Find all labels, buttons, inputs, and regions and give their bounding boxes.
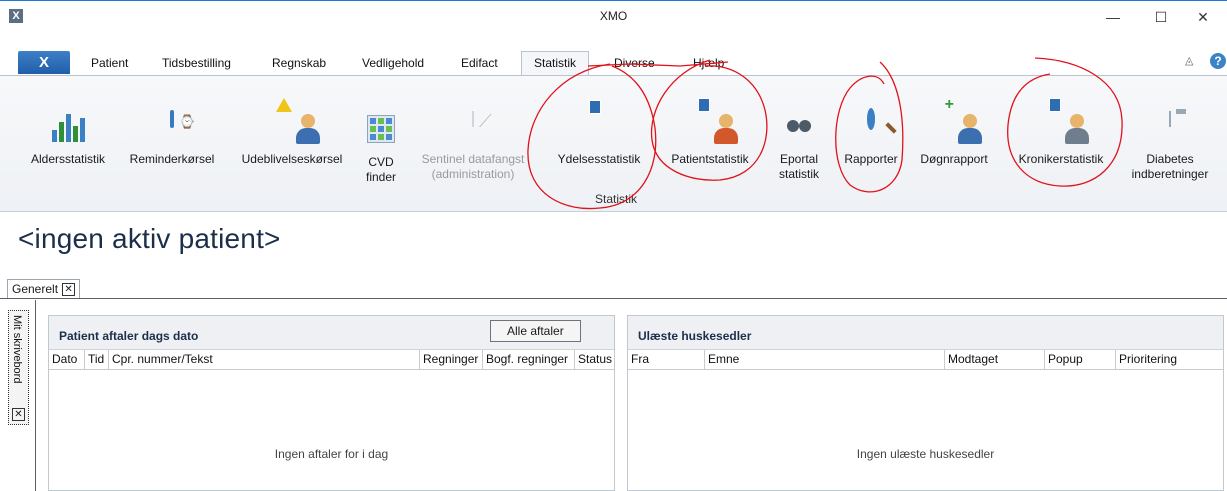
eportal-statistik-button[interactable]: Eportal statistik [770,112,828,182]
udeblivelseskorsel-button[interactable]: Udeblivelseskørsel [232,98,352,167]
all-appointments-button[interactable]: Alle aftaler [490,320,581,342]
grid-icon [364,115,398,149]
notes-title: Ulæste huskesedler [638,329,752,343]
page-title: <ingen aktiv patient> [18,223,281,254]
tab-generelt-label: Generelt [12,282,59,296]
dognrapport-label: Døgnrapport [920,152,988,166]
column-status[interactable]: Status [575,350,615,370]
ydelsesstatistik-button[interactable]: Ydelsesstatistik [548,100,650,167]
tab-regnskab[interactable]: Regnskab [272,55,326,75]
person-calculator-icon [1044,98,1089,146]
help-icon[interactable]: ? [1210,53,1226,69]
rapporter-label: Rapporter [844,152,898,166]
tab-tidsbestilling[interactable]: Tidsbestilling [162,55,231,75]
side-panel-mit-skrivebord[interactable]: Mit skrivebord ✕ [8,310,29,425]
column-dato[interactable]: Dato [49,350,85,370]
appointments-title: Patient aftaler dags dato [59,329,199,343]
tab-diverse[interactable]: Diverse [614,55,655,75]
person-warning-icon [275,98,320,146]
appointments-empty-message: Ingen aftaler for i dag [274,447,389,461]
maximize-button[interactable]: ☐ [1138,3,1184,31]
person-add-icon: + [937,97,982,146]
side-panel-close-icon[interactable]: ✕ [12,408,25,421]
column-modtaget[interactable]: Modtaget [945,350,1045,370]
sentinel-datafangst-label: Sentinel datafangst (administration) [421,152,525,181]
kronikerstatistik-button[interactable]: Kronikerstatistik [1004,98,1118,167]
close-tab-icon[interactable]: ✕ [62,283,76,297]
cvd-finder-label: CVD finder [365,155,397,184]
tab-statistik[interactable]: Statistik [521,51,590,76]
title-bar: X XMO — ☐ ✕ [0,0,1227,32]
window-title: XMO [599,9,628,23]
udeblivelseskorsel-label: Udeblivelseskørsel [241,152,343,166]
appointments-header: Patient aftaler dags dato Alle aftaler [49,316,614,350]
diabetes-indberetninger-button[interactable]: Diabetes indberetninger [1120,111,1220,182]
aldersstatistik-label: Aldersstatistik [30,152,106,166]
column-popup[interactable]: Popup [1045,350,1116,370]
ydelsesstatistik-label: Ydelsesstatistik [557,152,641,166]
column-prioritering[interactable]: Prioritering [1116,350,1223,370]
close-window-button[interactable]: ✕ [1180,3,1226,31]
magnifier-icon [854,108,888,146]
minimize-button[interactable]: — [1090,3,1136,31]
sheet-calculator-icon [582,100,616,146]
sentinel-datafangst-button: Sentinel datafangst (administration) [412,111,534,182]
notes-column-headers: Fra Emne Modtaget Popup Prioritering [628,350,1223,370]
column-regninger[interactable]: Regninger [420,350,483,370]
dognrapport-button[interactable]: + Døgnrapport [914,97,994,167]
notes-panel: Ulæste huskesedler Fra Emne Modtaget Pop… [627,315,1224,491]
column-fra[interactable]: Fra [628,350,705,370]
column-bogf-regninger[interactable]: Bogf. regninger [483,350,575,370]
people-calculator-icon [693,98,738,146]
column-emne[interactable]: Emne [705,350,945,370]
notes-empty-message: Ingen ulæste huskesedler [856,447,995,461]
chart-disabled-icon [456,111,490,146]
diabetes-indberetninger-label: Diabetes indberetninger [1131,152,1209,181]
tab-patient[interactable]: Patient [91,55,128,75]
clipboard-icon [1153,111,1187,146]
tab-generelt[interactable]: Generelt ✕ [7,279,81,299]
tab-hjaelp[interactable]: Hjælp [693,55,724,75]
bar-chart-icon [51,112,85,146]
reminderkorsel-label: Reminderkørsel [129,152,215,166]
app-menu-button[interactable]: X [18,51,70,74]
ribbon-group-label: Statistik [594,192,637,206]
eportal-statistik-label: Eportal statistik [778,152,819,181]
reminderkorsel-button[interactable]: Reminderkørsel [124,110,220,167]
notes-header: Ulæste huskesedler [628,316,1223,350]
patientstatistik-button[interactable]: Patientstatistik [658,98,762,167]
binoculars-icon [782,112,816,146]
aldersstatistik-button[interactable]: Aldersstatistik [20,112,116,167]
kronikerstatistik-label: Kronikerstatistik [1018,152,1104,166]
cvd-finder-button[interactable]: CVD finder [358,112,404,185]
side-panel-label: Mit skrivebord [11,315,23,384]
clock-icon [155,110,189,146]
appointments-panel: Patient aftaler dags dato Alle aftaler D… [48,315,615,491]
column-tid[interactable]: Tid [85,350,109,370]
patientstatistik-label: Patientstatistik [671,152,749,166]
tab-edifact[interactable]: Edifact [461,55,498,75]
tab-vedligehold[interactable]: Vedligehold [362,55,424,75]
side-divider [35,300,36,491]
collapse-ribbon-icon[interactable]: ◬ [1185,54,1193,67]
appointments-column-headers: Dato Tid Cpr. nummer/Tekst Regninger Bog… [49,350,614,370]
column-cpr[interactable]: Cpr. nummer/Tekst [109,350,420,370]
tab-strip-divider [0,298,1227,299]
rapporter-button[interactable]: Rapporter [836,108,906,167]
